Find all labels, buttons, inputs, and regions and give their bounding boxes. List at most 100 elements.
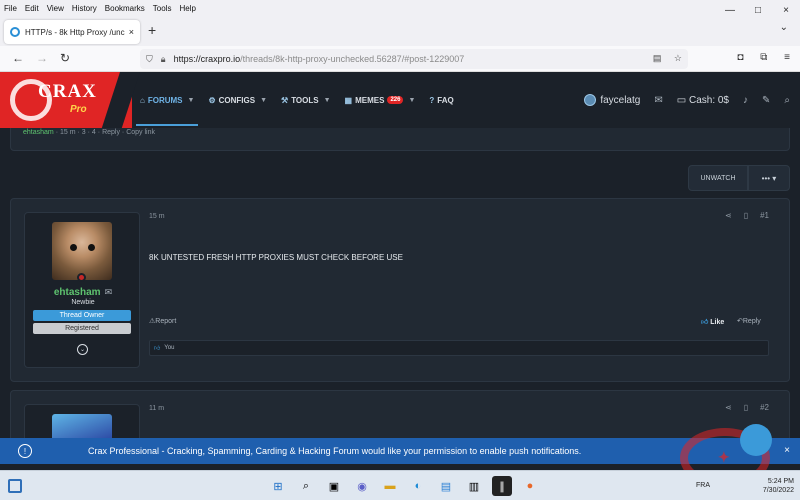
menu-help[interactable]: Help xyxy=(179,4,195,13)
nav-forums[interactable]: ⌂ FORUMS ▼ xyxy=(135,72,199,128)
thread-owner-badge: Thread Owner xyxy=(33,310,131,321)
search-icon[interactable]: ⌕ xyxy=(784,95,790,106)
cash-balance[interactable]: ▭ Cash: 0$ xyxy=(677,95,729,106)
reactions-text: You xyxy=(164,345,175,351)
windows-start-icon[interactable]: ⊞ xyxy=(268,476,288,496)
store-icon[interactable]: ▤ xyxy=(436,476,456,496)
file-explorer-icon[interactable]: ▬ xyxy=(380,476,400,496)
forward-icon[interactable]: → xyxy=(36,51,48,65)
post-time[interactable]: 11 m xyxy=(149,405,164,412)
taskbar-apps: ⊞ ⌕ ▣ ◉ ▬ ◐ ▤ ▥ ∥ ● xyxy=(268,476,548,496)
new-tab-button[interactable]: + xyxy=(148,22,156,38)
list-tabs-icon[interactable]: ⌄ xyxy=(780,22,788,33)
post-time[interactable]: 15 m xyxy=(149,213,165,220)
inbox-icon[interactable]: ✉ xyxy=(654,95,662,106)
unwatch-button[interactable]: UNWATCH xyxy=(688,165,748,191)
extensions-icon[interactable]: ⧉ xyxy=(760,52,767,63)
expand-userinfo-icon[interactable]: ⌄ xyxy=(77,344,88,355)
chevron-down-icon[interactable]: ▼ xyxy=(188,97,195,104)
post-actions: ⋖ ▯ #1 xyxy=(713,211,769,220)
user-title: Newbie xyxy=(71,299,95,306)
menu-bookmarks[interactable]: Bookmarks xyxy=(105,4,145,13)
nav-memes[interactable]: ▦ MEMES 226 ▼ xyxy=(345,72,416,128)
nav-label: FORUMS xyxy=(147,95,183,105)
app-menu-icon[interactable]: ≡ xyxy=(784,52,790,63)
more-options-button[interactable]: ••• ▾ xyxy=(748,165,790,191)
menu-edit[interactable]: Edit xyxy=(25,4,39,13)
lock-icon[interactable]: 🔒︎ xyxy=(161,54,166,65)
url-actions: ▤ ☆ xyxy=(643,53,682,64)
mail-icon[interactable]: ✉ xyxy=(105,287,113,297)
share-icon[interactable]: ⋖ xyxy=(725,211,732,220)
user-menu[interactable]: faycelatg xyxy=(584,94,640,106)
menu-history[interactable]: History xyxy=(72,4,97,13)
shield-icon[interactable]: ⛉ xyxy=(146,54,153,65)
forums-icon: ⌂ xyxy=(140,95,145,105)
menu-file[interactable]: File xyxy=(4,4,17,13)
menu-view[interactable]: View xyxy=(47,4,64,13)
bell-icon[interactable]: ♪ xyxy=(743,95,748,106)
post-userbox: ehtasham ✉ Newbie Thread Owner Registered… xyxy=(24,212,140,368)
nav-label: TOOLS xyxy=(291,95,319,105)
reactions-bar[interactable]: 👍︎ You xyxy=(149,340,769,356)
post-number[interactable]: #1 xyxy=(760,211,769,220)
bookmark-star-icon[interactable]: ☆ xyxy=(674,53,682,63)
report-link[interactable]: ⚠Report xyxy=(149,317,176,325)
prev-post-user[interactable]: ehtasham xyxy=(23,129,54,136)
logo-text: CRAX xyxy=(38,81,97,102)
bookmark-icon[interactable]: ▯ xyxy=(744,211,748,220)
taskbar: ⊞ ⌕ ▣ ◉ ▬ ◐ ▤ ▥ ∥ ● FRA 5:24 PM 7/30/202… xyxy=(0,470,800,500)
back-icon[interactable]: ← xyxy=(12,51,24,65)
tools-icon: ⚒ xyxy=(281,95,289,105)
chat-icon[interactable]: ◉ xyxy=(352,476,372,496)
user-avatar[interactable] xyxy=(52,414,112,438)
post-number[interactable]: #2 xyxy=(760,403,769,412)
site-logo[interactable]: CRAX Pro xyxy=(0,72,140,128)
edge-icon[interactable]: ◐ xyxy=(408,476,428,496)
close-notification-icon[interactable]: × xyxy=(784,445,790,456)
user-avatar[interactable] xyxy=(52,222,112,280)
pocket-icon[interactable]: ◘ xyxy=(737,52,743,63)
language-indicator[interactable]: FRA xyxy=(696,482,710,489)
memes-icon: ▦ xyxy=(344,95,353,105)
chevron-down-icon[interactable]: ▼ xyxy=(408,97,415,104)
task-view-icon[interactable] xyxy=(8,479,22,493)
bookmark-icon[interactable]: ▯ xyxy=(744,403,748,412)
nav-label: FAQ xyxy=(437,95,454,105)
reload-icon[interactable]: ↻ xyxy=(60,51,70,65)
configs-icon: ⚙ xyxy=(208,95,216,105)
nav-configs[interactable]: ⚙ CONFIGS ▼ xyxy=(208,72,267,128)
chevron-down-icon[interactable]: ▼ xyxy=(260,97,267,104)
tab-active[interactable]: HTTP/s - 8k Http Proxy /unche × xyxy=(4,20,140,44)
browser-menubar: File Edit View History Bookmarks Tools H… xyxy=(0,0,800,16)
tab-close-icon[interactable]: × xyxy=(129,27,134,37)
url-path: /threads/8k-http-proxy-unchecked.56287/#… xyxy=(240,54,465,64)
menu-tools[interactable]: Tools xyxy=(153,4,172,13)
reply-button[interactable]: ↶Reply xyxy=(737,317,761,325)
like-button[interactable]: 👍︎ Like xyxy=(701,317,724,326)
search-taskbar-icon[interactable]: ⌕ xyxy=(296,476,316,496)
widgets-icon[interactable]: ▣ xyxy=(324,476,344,496)
thumbs-up-icon: 👍︎ xyxy=(154,346,161,352)
nav-faq[interactable]: ? FAQ xyxy=(429,72,453,128)
copy-link[interactable]: Copy link xyxy=(126,129,155,136)
photos-icon[interactable]: ▥ xyxy=(464,476,484,496)
scroll-top-button[interactable] xyxy=(740,424,772,456)
app-icon[interactable]: ∥ xyxy=(492,476,512,496)
chevron-down-icon[interactable]: ▼ xyxy=(324,97,331,104)
prev-reply-link[interactable]: Reply xyxy=(102,129,120,136)
browser-navbar: ← → ↻ ⛉ 🔒︎ https://craxpro.io/threads/8k… xyxy=(0,46,800,72)
nav-tools[interactable]: ⚒ TOOLS ▼ xyxy=(281,72,331,128)
system-clock[interactable]: 5:24 PM 7/30/2022 xyxy=(763,477,794,495)
url-bar[interactable]: ⛉ 🔒︎ https://craxpro.io/threads/8k-http-… xyxy=(140,49,688,69)
registered-badge: Registered xyxy=(33,323,131,334)
firefox-icon[interactable]: ● xyxy=(520,476,540,496)
reader-view-icon[interactable]: ▤ xyxy=(653,53,662,63)
post-actions: ⋖ ▯ #2 xyxy=(713,403,769,412)
post-username[interactable]: ehtasham ✉ xyxy=(25,287,141,298)
share-icon[interactable]: ⋖ xyxy=(725,403,732,412)
post-userbox xyxy=(24,404,140,438)
memes-badge: 226 xyxy=(387,96,404,104)
brush-icon[interactable]: ✎ xyxy=(762,95,770,106)
cash-icon: ▭ xyxy=(676,94,689,106)
